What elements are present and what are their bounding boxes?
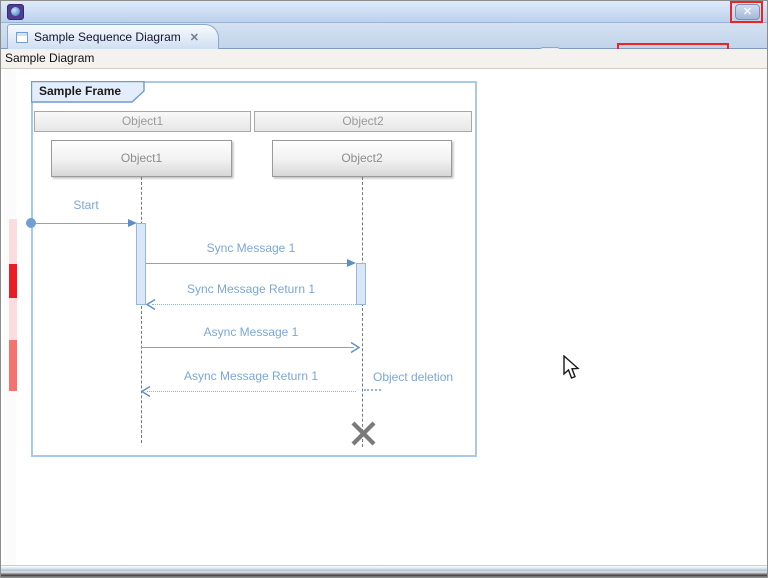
lifeline-header-object2[interactable]: Object2 (254, 111, 472, 132)
window-close-button[interactable]: ✕ (735, 4, 760, 20)
arrowhead-sync-return1 (146, 299, 156, 310)
ruler-marker-red[interactable] (9, 264, 17, 298)
diagram-file-icon (16, 32, 28, 43)
message-line-async1[interactable] (141, 347, 354, 348)
sequence-frame[interactable] (31, 81, 477, 457)
lifeline-object2[interactable] (362, 177, 363, 447)
application-window: ✕ Sample Sequence Diagram ✕ (0, 0, 768, 578)
message-line-async-return1[interactable] (147, 391, 356, 392)
activation-bar-object2[interactable] (356, 263, 366, 305)
message-label-async-return1[interactable]: Async Message Return 1 (151, 369, 351, 383)
label-object-deletion[interactable]: Object deletion (373, 370, 453, 384)
arrowhead-async1 (350, 342, 360, 353)
deletion-dotted-connector (364, 389, 381, 391)
breadcrumb: Sample Diagram (1, 49, 767, 69)
arrowhead-sync1 (347, 259, 356, 267)
object-box-object2[interactable]: Object2 (272, 140, 452, 177)
lifeline-header-object1[interactable]: Object1 (34, 111, 251, 132)
tab-sample-sequence-diagram[interactable]: Sample Sequence Diagram ✕ (7, 24, 219, 49)
activation-bar-object1[interactable] (136, 223, 146, 305)
tab-title: Sample Sequence Diagram (34, 30, 181, 44)
message-label-sync-return1[interactable]: Sync Message Return 1 (151, 282, 351, 296)
mouse-cursor (562, 355, 580, 380)
message-label-sync1[interactable]: Sync Message 1 (151, 241, 351, 255)
diagram-canvas[interactable]: Sample Frame Object1 Object2 Object1 Obj… (1, 69, 767, 567)
message-label-start[interactable]: Start (41, 198, 131, 212)
message-line-sync1[interactable] (146, 263, 348, 264)
eclipse-logo-icon (7, 4, 24, 20)
window-bottom-edge (1, 565, 767, 577)
destruction-x-icon[interactable] (350, 420, 377, 447)
tab-close-icon[interactable]: ✕ (190, 31, 199, 44)
title-bar: ✕ (1, 1, 767, 23)
message-line-start[interactable] (35, 223, 129, 224)
overview-ruler (4, 69, 16, 567)
frame-label: Sample Frame (39, 84, 121, 98)
object-box-object1[interactable]: Object1 (51, 140, 232, 177)
message-line-sync-return1[interactable] (152, 304, 356, 305)
message-label-async1[interactable]: Async Message 1 (151, 325, 351, 339)
editor-tab-bar: Sample Sequence Diagram ✕ (1, 23, 767, 49)
lifeline-object1[interactable] (141, 177, 142, 443)
arrowhead-async-return1 (141, 386, 151, 397)
ruler-marker-salmon[interactable] (9, 340, 17, 391)
